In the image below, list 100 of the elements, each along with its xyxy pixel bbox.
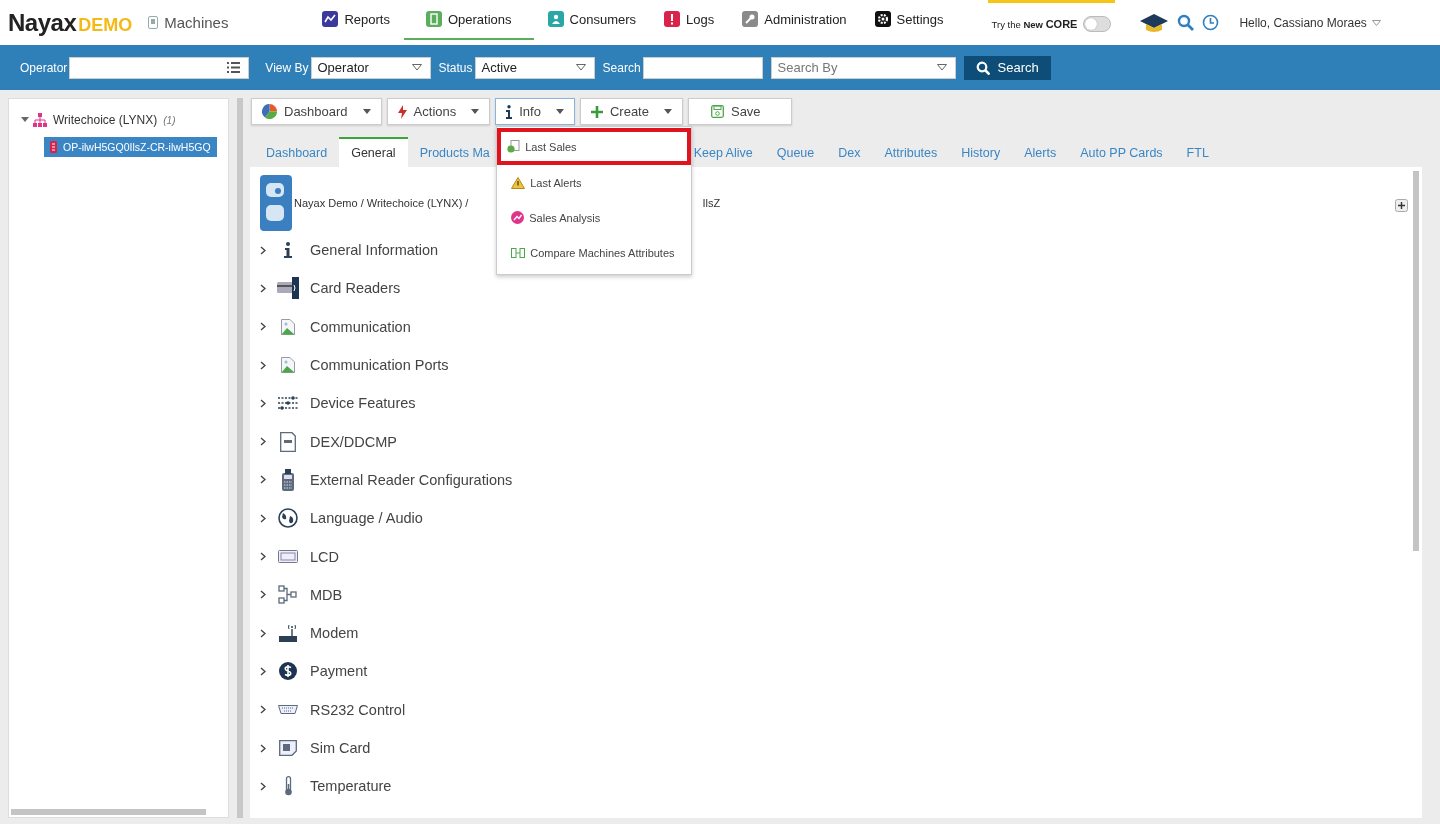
door-icon [425,11,442,27]
section-header[interactable]: Sim Card [310,740,371,756]
broken-image-icon [281,357,295,374]
chevron-icon [260,437,266,447]
breadcrumb: IlsZ [702,197,721,211]
caret-icon [471,109,480,114]
field-label: Search [602,60,641,75]
splitter-handle[interactable] [237,98,243,818]
nav-tab[interactable]: Reports [308,0,404,40]
caret-icon [362,109,371,114]
sliders-icon [278,396,298,411]
section-header[interactable]: Device Features [310,395,416,412]
page-title: Machines [164,14,229,31]
logo-text: DEMO [78,14,133,36]
warning-icon [511,176,526,189]
document-icon [280,431,296,452]
section-header[interactable]: External Reader Configurations [310,471,513,488]
tree-item[interactable]: OP-ilwH5GQ0IlsZ-CR-ilwH5GQ [44,137,217,157]
info-icon [506,104,513,119]
nav-tab[interactable]: Administration [728,0,861,40]
nav-tab[interactable]: Operations [403,0,534,40]
section-header[interactable]: DEX/DDCMP [310,433,397,450]
operator-field[interactable] [69,56,250,79]
lcd-screen-icon [278,550,298,563]
toolbar-button[interactable]: Actions [386,98,491,125]
sim-card-icon [279,740,297,756]
section-header[interactable]: RS232 Control [310,701,406,718]
core-label: Try the New CORE [991,18,1078,30]
caret-icon [663,109,672,114]
section-header[interactable]: Payment [310,663,368,680]
chevron-icon [260,245,266,255]
section-header[interactable]: Communication Ports [310,357,449,374]
graduation-cap-icon [1139,11,1170,34]
section-header[interactable]: LCD [310,548,339,565]
machine-image-icon [260,175,292,231]
caret-icon [555,109,564,114]
user-menu[interactable]: Hello, Cassiano Moraes [1239,15,1381,30]
scrollbar[interactable] [11,809,206,815]
search-button[interactable]: Search [963,55,1051,80]
section-header[interactable]: Communication [310,318,411,335]
caret-icon [575,64,586,71]
view-by-dropdown[interactable]: Operator [310,56,431,79]
chevron-icon [260,475,266,485]
nav-tab[interactable]: Logs [650,0,729,40]
field-label: View By [265,60,309,75]
search-field[interactable] [642,56,763,79]
list-icon [227,62,241,73]
compare-icon [511,247,526,258]
tree-item[interactable]: Writechoice (LYNX) [51,110,160,130]
machine-icon [148,16,159,29]
card-reader-icon [277,277,299,300]
chevron-icon [260,283,266,293]
section-header[interactable]: Card Readers [310,280,401,297]
machine-icon [50,141,57,153]
section-header[interactable]: MDB [310,586,343,603]
nav-tab[interactable]: Consumers [533,0,651,40]
toggle-switch[interactable] [1083,16,1112,32]
section-header[interactable]: General Information [310,242,439,259]
clock-icon [1202,14,1220,31]
logo-text: Nayax [8,8,77,37]
toolbar-button[interactable]: Dashboard [251,98,382,125]
nav-tab[interactable]: Settings [860,0,958,40]
section-header[interactable]: Temperature [310,778,392,795]
save-icon [710,105,724,118]
chevron-icon [260,360,266,370]
caret-icon [936,64,947,71]
globe-icon [278,508,298,529]
toolbar-button[interactable]: Create [579,98,683,125]
hierarchy-icon [33,113,47,127]
chevron-icon [260,628,266,638]
settings-icon [874,11,891,27]
chevron-icon [260,743,266,753]
chevron-icon [260,781,266,791]
chevron-icon [260,322,266,332]
router-icon [279,624,297,643]
plus-icon [590,105,603,118]
section-header[interactable]: Modem [310,625,359,642]
caret-icon [1371,19,1381,26]
search-by-dropdown[interactable]: Search By [770,56,956,79]
field-label: Operator [20,60,68,75]
section-header[interactable]: Language / Audio [310,510,423,527]
thermometer-icon [283,776,293,797]
chevron-icon [260,513,266,523]
caret-icon [411,64,422,71]
info-icon [284,242,292,259]
menu-item[interactable]: Last Sales [497,128,692,165]
serial-port-icon [278,705,298,715]
toolbar-button[interactable]: Save [687,98,792,125]
expand-all-icon[interactable] [1395,199,1408,212]
chevron-icon [260,552,266,561]
scrollbar[interactable] [1413,171,1419,551]
search-icon [1177,14,1195,31]
chart-icon [322,11,339,27]
broken-image-icon [281,318,295,335]
payment-terminal-icon [281,468,295,491]
trend-icon [511,211,525,224]
alert-icon [664,11,681,27]
tab[interactable]: General [339,137,408,167]
status-dropdown[interactable]: Active [474,56,595,79]
item-count: (1) [163,114,176,126]
